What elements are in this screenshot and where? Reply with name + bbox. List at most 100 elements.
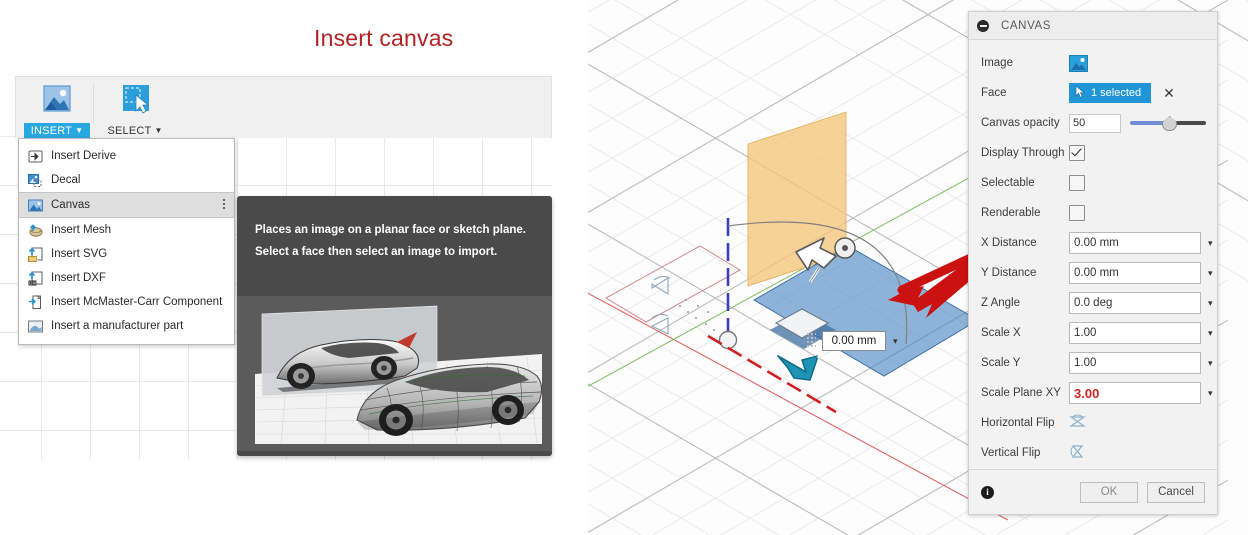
x-distance-chevron-down-icon[interactable]: ▾ [1208, 238, 1213, 249]
insert-derive-icon [27, 148, 44, 165]
tooltip-card: Places an image on a planar face or sket… [237, 196, 552, 456]
selectable-label: Selectable [981, 177, 1035, 189]
row-scale-x: Scale X 1.00 ▾ [969, 318, 1217, 348]
menu-item-label: Insert Derive [51, 150, 117, 162]
y-distance-chevron-down-icon[interactable]: ▾ [1208, 268, 1213, 279]
face-label: Face [981, 87, 1007, 99]
manufacturer-part-icon [27, 318, 44, 335]
tooltip-line-1: Places an image on a planar face or sket… [255, 224, 527, 236]
dimension-grip[interactable] [806, 332, 816, 348]
tooltip-text: Places an image on a planar face or sket… [237, 196, 552, 264]
z-angle-label: Z Angle [981, 297, 1020, 309]
horizontal-flip-icon[interactable] [1068, 414, 1087, 432]
scale-y-chevron-down-icon[interactable]: ▾ [1208, 358, 1213, 369]
select-button[interactable]: SELECT ▼ [102, 82, 168, 140]
menu-item-insert-svg[interactable]: SVG Insert SVG [19, 242, 234, 266]
scale-x-input[interactable]: 1.00 [1069, 322, 1201, 344]
overflow-menu-icon[interactable] [223, 197, 225, 211]
insert-dxf-icon: DXF [27, 270, 44, 287]
clear-selection-icon[interactable]: ✕ [1163, 86, 1175, 100]
row-horizontal-flip: Horizontal Flip [969, 408, 1217, 438]
row-y-distance: Y Distance 0.00 mm ▾ [969, 258, 1217, 288]
display-through-checkbox[interactable] [1069, 145, 1085, 161]
row-renderable: Renderable [969, 198, 1217, 228]
canvas-opacity-input[interactable]: 50 [1069, 113, 1121, 133]
minus-circle-icon[interactable] [977, 19, 989, 32]
insert-dropdown-menu: Insert Derive Decal Canvas Insert Mesh S… [18, 138, 235, 345]
dimension-chevron-down-icon[interactable]: ▾ [893, 336, 898, 347]
menu-item-decal[interactable]: Decal [19, 168, 234, 192]
menu-item-label: Insert a manufacturer part [51, 320, 184, 332]
scale-x-chevron-down-icon[interactable]: ▾ [1208, 328, 1213, 339]
insert-svg-icon: SVG [27, 246, 44, 263]
z-angle-chevron-down-icon[interactable]: ▾ [1208, 298, 1213, 309]
menu-item-label: Insert DXF [51, 272, 106, 284]
menu-item-insert-mcmaster-carr-component[interactable]: Insert McMaster-Carr Component [19, 290, 234, 314]
select-rect-icon [113, 82, 157, 122]
row-display-through: Display Through [969, 138, 1217, 168]
ok-button[interactable]: OK [1080, 481, 1138, 503]
row-x-distance: X Distance 0.00 mm ▾ [969, 228, 1217, 258]
canvas-opacity-label: Canvas opacity [981, 117, 1060, 129]
image-label: Image [981, 57, 1013, 69]
row-canvas-opacity: Canvas opacity 50 [969, 108, 1217, 138]
x-distance-input[interactable]: 0.00 mm [1069, 232, 1201, 254]
menu-item-label: Insert Mesh [51, 224, 112, 236]
scale-plane-xy-input[interactable]: 3.00 [1069, 382, 1201, 404]
menu-item-insert-dxf[interactable]: DXF Insert DXF [19, 266, 234, 290]
vertical-flip-icon[interactable] [1069, 444, 1086, 462]
screenshot-root: Insert canvas INSERT ▼ SELECT ▼ Insert D… [0, 0, 1248, 535]
canvas-dialog-footer: i OK Cancel [969, 469, 1217, 514]
scale-x-label: Scale X [981, 327, 1021, 339]
menu-item-insert-mesh[interactable]: Insert Mesh [19, 218, 234, 242]
canvas-dialog-title: CANVAS [1001, 19, 1052, 32]
cancel-button[interactable]: Cancel [1147, 481, 1205, 503]
row-face: Face 1 selected ✕ [969, 78, 1217, 108]
image-thumbnail-icon[interactable] [1069, 54, 1088, 72]
face-select-label: 1 selected [1091, 87, 1142, 99]
slider-knob[interactable] [1162, 116, 1177, 131]
tooltip-line-2: Select a face then select an image to im… [255, 245, 498, 258]
y-distance-label: Y Distance [981, 267, 1037, 279]
renderable-checkbox[interactable] [1069, 205, 1085, 221]
y-distance-input[interactable]: 0.00 mm [1069, 262, 1201, 284]
dimension-input-group[interactable]: 0.00 mm ▾ [806, 331, 898, 351]
svg-text:SVG: SVG [29, 256, 39, 261]
menu-item-insert-derive[interactable]: Insert Derive [19, 144, 234, 168]
ribbon-toolbar: INSERT ▼ SELECT ▼ [15, 76, 552, 140]
canvas-dialog-header[interactable]: CANVAS [969, 12, 1217, 40]
scale-y-label: Scale Y [981, 357, 1021, 369]
row-scale-plane-xy: Scale Plane XY 3.00 ▾ [969, 378, 1217, 408]
toolbar-divider [93, 83, 94, 123]
menu-item-label: Canvas [51, 199, 90, 211]
renderable-label: Renderable [981, 207, 1041, 219]
scale-plane-xy-chevron-down-icon[interactable]: ▾ [1208, 388, 1213, 399]
page-title: Insert canvas [314, 25, 454, 51]
z-angle-input[interactable]: 0.0 deg [1069, 292, 1201, 314]
selectable-checkbox[interactable] [1069, 175, 1085, 191]
decal-icon [27, 172, 44, 189]
menu-item-label: Decal [51, 174, 81, 186]
row-scale-y: Scale Y 1.00 ▾ [969, 348, 1217, 378]
info-icon[interactable]: i [981, 485, 994, 499]
dimension-input[interactable]: 0.00 mm [822, 331, 886, 351]
menu-item-canvas[interactable]: Canvas [19, 192, 234, 218]
face-select-button[interactable]: 1 selected [1069, 83, 1152, 103]
insert-button[interactable]: INSERT ▼ [24, 82, 90, 140]
menu-item-insert-a-manufacturer-part[interactable]: Insert a manufacturer part [19, 314, 234, 338]
vertical-flip-label: Vertical Flip [981, 447, 1041, 459]
tooltip-preview-image [237, 296, 552, 451]
left-screenshot-pane: Insert canvas INSERT ▼ SELECT ▼ Insert D… [0, 0, 585, 535]
chevron-down-icon: ▼ [154, 126, 163, 135]
row-image: Image [969, 48, 1217, 78]
canvas-icon [27, 197, 44, 214]
scale-y-input[interactable]: 1.00 [1069, 352, 1201, 374]
canvas-opacity-slider[interactable] [1130, 116, 1206, 131]
row-selectable: Selectable [969, 168, 1217, 198]
row-vertical-flip: Vertical Flip [969, 438, 1217, 468]
cursor-icon [1075, 85, 1086, 101]
insert-mesh-icon [27, 222, 44, 239]
row-z-angle: Z Angle 0.0 deg ▾ [969, 288, 1217, 318]
chevron-down-icon: ▼ [75, 126, 84, 135]
canvas-dialog: CANVAS Image Face 1 selected ✕ Canvas op… [968, 11, 1218, 515]
